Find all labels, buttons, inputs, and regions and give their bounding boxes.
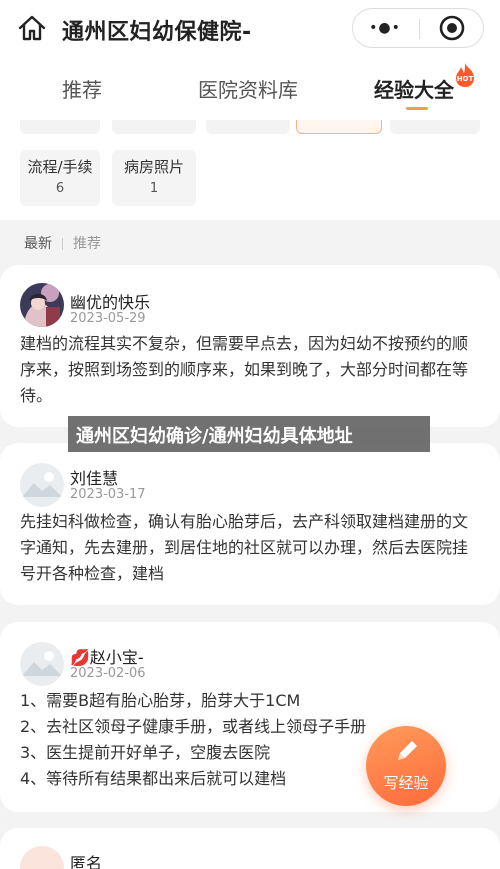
write-experience-button[interactable]: 写经验 — [366, 726, 446, 806]
avatar-default[interactable] — [20, 642, 64, 686]
avatar[interactable] — [20, 283, 64, 327]
post-card[interactable]: 刘佳慧 2023-03-17 先挂妇科做检查，确认有胎心胎芽后，去产科领取建档建… — [0, 443, 500, 605]
active-tab-indicator — [406, 107, 428, 110]
overlay-caption-banner: 通州区妇幼确诊/通州妇幼具体地址 — [68, 416, 430, 452]
filter-divider — [62, 238, 63, 250]
category-chip-partial[interactable] — [390, 120, 480, 134]
avatar-default[interactable] — [20, 846, 64, 869]
post-author[interactable]: 💋赵小宝- — [70, 644, 144, 668]
more-menu-button[interactable]: •●• — [353, 9, 417, 47]
hot-badge-text: HOT — [457, 75, 474, 83]
post-card[interactable]: 幽优的快乐 2023-05-29 建档的流程其实不复杂，但需要早点去，因为妇幼不… — [0, 265, 500, 427]
category-count: 6 — [55, 181, 65, 196]
post-date: 2023-03-17 — [70, 487, 146, 502]
lips-emoji-icon: 💋 — [70, 648, 90, 667]
capsule-divider — [419, 19, 420, 39]
page-title: 通州区妇幼保健院- — [62, 20, 252, 45]
category-chip-selected-partial[interactable] — [296, 120, 382, 134]
tab-bar: 推荐 医院资料库 经验大全 — [0, 56, 500, 120]
post-author[interactable]: 幽优的快乐 — [70, 289, 150, 313]
post-card[interactable]: 匿名 — [0, 828, 500, 869]
sort-filter: 最新 推荐 — [24, 233, 101, 253]
hot-badge-icon: HOT — [456, 63, 474, 87]
write-experience-label: 写经验 — [383, 774, 429, 792]
category-count: 1 — [149, 181, 159, 196]
post-date: 2023-05-29 — [70, 311, 146, 326]
close-miniprogram-button[interactable] — [421, 9, 483, 47]
post-line: 1、需要B超有胎心胎芽，胎芽大于1CM — [20, 691, 301, 710]
category-name: 流程/手续 — [27, 158, 93, 176]
post-author[interactable]: 匿名 — [70, 850, 102, 869]
category-name: 病房照片 — [123, 158, 184, 176]
category-chip-partial[interactable] — [112, 120, 196, 134]
overlay-caption-text: 通州区妇幼确诊/通州妇幼具体地址 — [76, 426, 353, 447]
post-author-name: 赵小宝- — [89, 648, 144, 667]
tab-recommend[interactable]: 推荐 — [62, 74, 102, 103]
target-icon — [439, 15, 465, 41]
category-chip-partial[interactable] — [206, 120, 290, 134]
mini-program-capsule: •●• — [352, 8, 484, 48]
category-ward-photos[interactable]: 病房照片 1 — [112, 150, 196, 206]
post-date: 2023-02-06 — [70, 666, 146, 681]
post-content: 建档的流程其实不复杂，但需要早点去，因为妇幼不按预约的顺序来，按照到场签到的顺序… — [20, 334, 469, 405]
pen-icon — [398, 741, 417, 760]
post-content: 先挂妇科做检查，确认有胎心胎芽后，去产科领取建档建册的文字通知，先去建册，到居住… — [20, 512, 469, 583]
sort-latest[interactable]: 最新 — [24, 236, 52, 252]
sort-recommended[interactable]: 推荐 — [73, 236, 101, 252]
home-icon[interactable] — [16, 12, 48, 44]
category-process[interactable]: 流程/手续 6 — [20, 150, 100, 206]
tab-hospital-library[interactable]: 医院资料库 — [198, 74, 298, 103]
more-dots-icon: •●• — [369, 20, 401, 36]
tab-experience[interactable]: 经验大全 — [374, 74, 454, 103]
category-chip-partial[interactable] — [20, 120, 100, 134]
avatar-default[interactable] — [20, 463, 64, 507]
post-author[interactable]: 刘佳慧 — [70, 465, 118, 489]
category-panel: 流程/手续 6 病房照片 1 — [0, 120, 500, 220]
top-bar: 通州区妇幼保健院- •●• — [0, 0, 500, 56]
